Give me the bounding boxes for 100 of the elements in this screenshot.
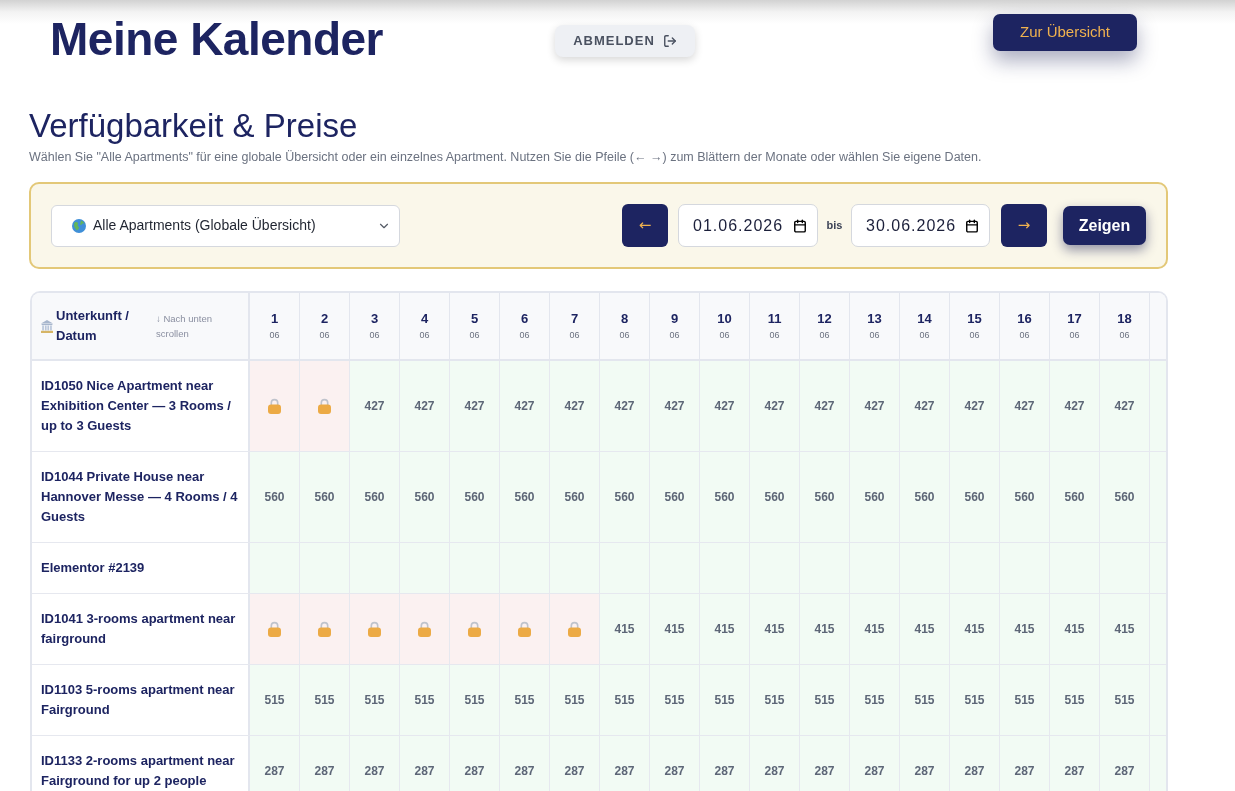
price-cell: 415	[1100, 594, 1150, 664]
price-cell: 287	[750, 736, 800, 791]
price-cell: 415	[900, 594, 950, 664]
price-cell: 560	[300, 452, 350, 542]
price-cell: 287	[250, 736, 300, 791]
day-header: 15 06	[950, 293, 1000, 359]
price-cell: 415	[750, 594, 800, 664]
price-cell: 515	[750, 665, 800, 735]
price-cell: 515	[650, 665, 700, 735]
padlock-icon	[318, 621, 331, 637]
building-icon	[41, 319, 53, 333]
previous-button[interactable]: ←	[622, 204, 668, 247]
day-header: 6 06	[500, 293, 550, 359]
price-cell: 560	[950, 452, 1000, 542]
price-cell: 427	[500, 361, 550, 451]
price-cell: 560	[500, 452, 550, 542]
price-cell: 515	[900, 665, 950, 735]
price-cell: 560	[650, 452, 700, 542]
scroll-hint: ↓ Nach unten scrollen	[156, 312, 213, 341]
price-cell: 515	[700, 665, 750, 735]
price-cell: 287	[550, 736, 600, 791]
price-cell: 427	[1000, 361, 1050, 451]
price-cell: 427	[350, 361, 400, 451]
price-cell: 515	[850, 665, 900, 735]
padlock-icon	[468, 621, 481, 637]
price-cell: 560	[450, 452, 500, 542]
day-header: 2 06	[300, 293, 350, 359]
globe-icon	[72, 218, 86, 233]
price-cell: 287	[800, 736, 850, 791]
price-cell: 287	[300, 736, 350, 791]
price-cell: 427	[700, 361, 750, 451]
calendar-icon	[793, 218, 807, 233]
price-cell: 560	[750, 452, 800, 542]
price-cell: 560	[550, 452, 600, 542]
padlock-icon	[368, 621, 381, 637]
price-cell: 515	[550, 665, 600, 735]
price-cell: 287	[1100, 736, 1150, 791]
price-cell: 515	[600, 665, 650, 735]
day-header: 4 06	[400, 293, 450, 359]
price-cell: 415	[600, 594, 650, 664]
price-cell: 560	[1000, 452, 1050, 542]
price-cell: 427	[1100, 361, 1150, 451]
day-header: 16 06	[1000, 293, 1050, 359]
price-cell: 287	[700, 736, 750, 791]
day-header: 18 06	[1100, 293, 1150, 359]
price-cell: 560	[250, 452, 300, 542]
logout-button[interactable]: ABMELDEN	[555, 25, 695, 57]
price-cell: 415	[700, 594, 750, 664]
price-cell: 515	[1000, 665, 1050, 735]
price-cell: 515	[400, 665, 450, 735]
price-cell: 560	[900, 452, 950, 542]
price-cell: 515	[300, 665, 350, 735]
day-header: 14 06	[900, 293, 950, 359]
day-header: 17 06	[1050, 293, 1100, 359]
price-cell: 287	[600, 736, 650, 791]
padlock-icon	[518, 621, 531, 637]
day-header: 7 06	[550, 293, 600, 359]
show-button[interactable]: Zeigen	[1063, 206, 1146, 245]
price-cell: 515	[800, 665, 850, 735]
start-date-field[interactable]: 01.06.2026	[678, 204, 818, 247]
price-cell: 515	[500, 665, 550, 735]
day-header: 8 06	[600, 293, 650, 359]
price-cell: 427	[400, 361, 450, 451]
price-cell: 515	[350, 665, 400, 735]
price-cell: 415	[800, 594, 850, 664]
end-date-field[interactable]: 30.06.2026	[851, 204, 990, 247]
price-cell: 560	[850, 452, 900, 542]
price-cell: 415	[1050, 594, 1100, 664]
price-cell: 287	[900, 736, 950, 791]
padlock-icon	[268, 621, 281, 637]
day-header: 11 06	[750, 293, 800, 359]
price-cell: 427	[750, 361, 800, 451]
apartment-select[interactable]: Alle Apartments (Globale Übersicht)	[51, 204, 400, 247]
padlock-icon	[568, 621, 581, 637]
calendar-icon	[965, 218, 979, 233]
price-cell: 427	[950, 361, 1000, 451]
price-cell: 287	[1050, 736, 1100, 791]
price-cell: 427	[450, 361, 500, 451]
price-cell: 415	[850, 594, 900, 664]
page-title: Meine Kalender	[50, 12, 384, 67]
price-cell: 515	[450, 665, 500, 735]
padlock-icon	[418, 621, 431, 637]
column-header: Unterkunft / Datum	[56, 307, 130, 345]
padlock-icon	[268, 398, 281, 414]
price-cell: 515	[1050, 665, 1100, 735]
price-cell: 515	[250, 665, 300, 735]
price-cell: 427	[800, 361, 850, 451]
price-cell: 287	[450, 736, 500, 791]
price-cell: 287	[650, 736, 700, 791]
price-cell: 427	[850, 361, 900, 451]
next-button[interactable]: →	[1001, 204, 1047, 247]
price-cell: 287	[950, 736, 1000, 791]
price-cell: 415	[1000, 594, 1050, 664]
price-cell: 515	[950, 665, 1000, 735]
day-header: 12 06	[800, 293, 850, 359]
day-header: 1 06	[250, 293, 300, 359]
price-cell: 560	[800, 452, 850, 542]
price-cell: 287	[500, 736, 550, 791]
overview-button[interactable]: Zur Übersicht	[993, 14, 1137, 51]
price-cell: 287	[1000, 736, 1050, 791]
